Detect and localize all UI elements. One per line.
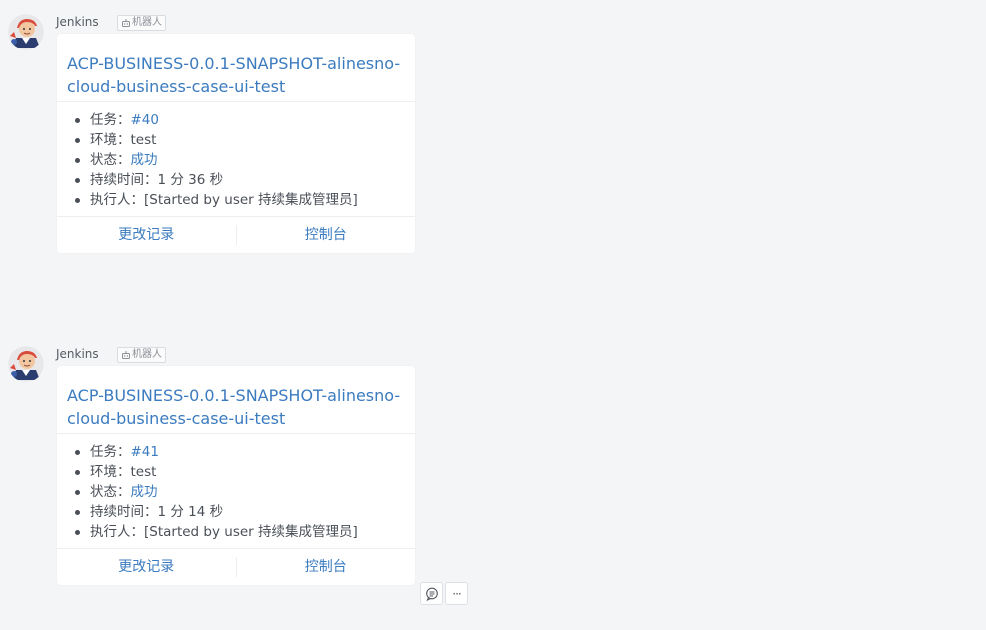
info-row-env: 环境： test bbox=[67, 462, 405, 482]
bullet bbox=[75, 117, 80, 123]
robot-icon bbox=[122, 19, 130, 27]
info-label: 执行人： bbox=[90, 524, 144, 540]
info-label: 状态： bbox=[90, 152, 131, 168]
jenkins-avatar[interactable] bbox=[8, 346, 44, 382]
jenkins-avatar[interactable] bbox=[8, 14, 44, 50]
robot-badge-label: 机器人 bbox=[132, 17, 162, 28]
bullet bbox=[75, 449, 80, 455]
more-dots-icon: ··· bbox=[452, 586, 462, 601]
info-label: 持续时间： bbox=[90, 504, 158, 520]
info-row-status: 状态： 成功 bbox=[67, 150, 405, 170]
info-label: 执行人： bbox=[90, 192, 144, 208]
task-number-link[interactable]: #41 bbox=[131, 442, 160, 462]
duration-value: 1 分 14 秒 bbox=[157, 504, 224, 520]
info-label: 环境： bbox=[90, 464, 131, 480]
sender-name[interactable]: Jenkins bbox=[56, 346, 99, 362]
bullet bbox=[75, 509, 80, 515]
robot-icon bbox=[122, 351, 130, 359]
jenkins-butler-icon bbox=[8, 346, 44, 382]
info-row-executor: 执行人： [Started by user 持续集成管理员] bbox=[67, 522, 405, 542]
executor-value: [Started by user 持续集成管理员] bbox=[144, 524, 358, 540]
sender-name[interactable]: Jenkins bbox=[56, 14, 99, 30]
bullet bbox=[75, 469, 80, 475]
robot-badge-label: 机器人 bbox=[132, 349, 162, 360]
robot-badge: 机器人 bbox=[117, 15, 166, 31]
build-notification-card: ACP-BUSINESS-0.0.1-SNAPSHOT-alinesno-clo… bbox=[57, 34, 415, 253]
info-row-executor: 执行人： [Started by user 持续集成管理员] bbox=[67, 190, 405, 210]
card-title[interactable]: ACP-BUSINESS-0.0.1-SNAPSHOT-alinesno-clo… bbox=[57, 366, 415, 434]
build-title-link[interactable]: ACP-BUSINESS-0.0.1-SNAPSHOT-alinesno-clo… bbox=[67, 52, 405, 98]
info-row-status: 状态： 成功 bbox=[67, 482, 405, 502]
executor-value: [Started by user 持续集成管理员] bbox=[144, 192, 358, 208]
bullet bbox=[75, 137, 80, 143]
reply-bubble-icon bbox=[425, 587, 438, 601]
console-button[interactable]: 控制台 bbox=[237, 549, 416, 585]
robot-badge: 机器人 bbox=[117, 347, 166, 363]
info-row-duration: 持续时间： 1 分 36 秒 bbox=[67, 170, 405, 190]
bullet bbox=[75, 489, 80, 495]
card-title[interactable]: ACP-BUSINESS-0.0.1-SNAPSHOT-alinesno-clo… bbox=[57, 34, 415, 102]
env-value: test bbox=[130, 464, 157, 480]
task-number-link[interactable]: #40 bbox=[131, 110, 160, 130]
message-hover-toolbar: ··· bbox=[420, 582, 468, 605]
build-title-link[interactable]: ACP-BUSINESS-0.0.1-SNAPSHOT-alinesno-clo… bbox=[67, 384, 405, 430]
info-label: 状态： bbox=[90, 484, 131, 500]
info-row-env: 环境： test bbox=[67, 130, 405, 150]
change-log-button[interactable]: 更改记录 bbox=[57, 549, 236, 585]
console-button[interactable]: 控制台 bbox=[237, 217, 416, 253]
info-row-task: 任务： #41 bbox=[67, 442, 405, 462]
build-notification-card: ACP-BUSINESS-0.0.1-SNAPSHOT-alinesno-clo… bbox=[57, 366, 415, 585]
card-footer: 更改记录 控制台 bbox=[57, 216, 415, 253]
card-body: 任务： #41 环境： test 状态： 成功 持续时间： 1 分 14 秒 执… bbox=[57, 434, 415, 548]
info-row-duration: 持续时间： 1 分 14 秒 bbox=[67, 502, 405, 522]
jenkins-butler-icon bbox=[8, 14, 44, 50]
status-value: 成功 bbox=[130, 152, 158, 168]
env-value: test bbox=[130, 132, 157, 148]
bullet bbox=[75, 197, 80, 203]
info-label: 持续时间： bbox=[90, 172, 158, 188]
status-value: 成功 bbox=[130, 484, 158, 500]
card-body: 任务： #40 环境： test 状态： 成功 持续时间： 1 分 36 秒 执… bbox=[57, 102, 415, 216]
info-label: 任务： bbox=[90, 444, 131, 460]
duration-value: 1 分 36 秒 bbox=[157, 172, 224, 188]
info-label: 环境： bbox=[90, 132, 131, 148]
reply-button[interactable] bbox=[420, 582, 443, 605]
info-label: 任务： bbox=[90, 112, 131, 128]
change-log-button[interactable]: 更改记录 bbox=[57, 217, 236, 253]
more-actions-button[interactable]: ··· bbox=[445, 582, 468, 605]
info-row-task: 任务： #40 bbox=[67, 110, 405, 130]
bullet bbox=[75, 177, 80, 183]
card-footer: 更改记录 控制台 bbox=[57, 548, 415, 585]
bullet bbox=[75, 529, 80, 535]
bullet bbox=[75, 157, 80, 163]
